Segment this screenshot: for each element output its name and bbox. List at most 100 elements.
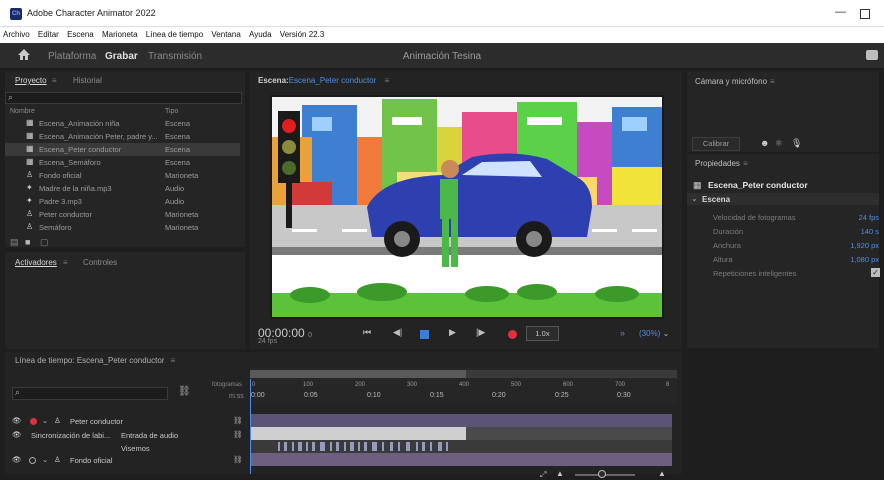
zoom-slider-knob[interactable] xyxy=(598,470,606,478)
puppet-icon: ♙ xyxy=(26,170,34,179)
timeline-search-input[interactable]: ⌕ xyxy=(12,387,168,400)
menu-icon[interactable]: ≡ xyxy=(171,356,176,365)
puppet-rig-icon[interactable]: ⛓ xyxy=(233,430,243,439)
scene-stage[interactable] xyxy=(270,95,664,319)
menu-icon[interactable]: ≡ xyxy=(52,76,57,85)
track-row[interactable]: 👁 Sincronización de labi... Entrada de a… xyxy=(8,429,250,442)
track-row[interactable]: 👁 ⌄ ♙ Peter conductor ⛓ xyxy=(8,415,250,428)
list-item[interactable]: ♙ Semáforo Marioneta xyxy=(5,221,240,234)
col-header-type[interactable]: Tipo xyxy=(165,108,178,115)
track-bar[interactable] xyxy=(250,414,672,427)
menu-icon[interactable]: ≡ xyxy=(385,76,390,85)
time-tick: 0:20 xyxy=(492,392,506,399)
track-bar[interactable] xyxy=(466,427,672,440)
puppet-rig-icon[interactable]: ⛓ xyxy=(233,416,243,425)
smart-repeats-checkbox[interactable]: ✓ xyxy=(871,268,880,277)
prop-value-fps[interactable]: 24 fps xyxy=(859,213,879,222)
menu-icon[interactable]: ≡ xyxy=(770,77,775,86)
more-icon[interactable]: » xyxy=(620,328,625,338)
scene-icon: ▦ xyxy=(26,118,34,127)
import-icon[interactable]: ▤ xyxy=(10,237,19,248)
col-header-name[interactable]: Nombre xyxy=(10,108,35,115)
menu-archivo[interactable]: Archivo xyxy=(0,27,33,39)
prop-value-width[interactable]: 1,920 px xyxy=(850,241,879,250)
prop-label-smart-repeats: Repeticiones inteligentes xyxy=(713,269,797,278)
go-to-start-icon[interactable]: ⏮ xyxy=(363,327,371,338)
timeline-title[interactable]: Línea de tiempo: Escena_Peter conductor … xyxy=(15,356,175,365)
activators-panel: Activadores ≡ Controles xyxy=(5,252,245,349)
puppet-rig-icon[interactable]: ⛓ xyxy=(233,455,243,464)
new-item-icon[interactable]: ▢ xyxy=(40,237,49,248)
playhead[interactable] xyxy=(250,379,251,474)
tab-proyecto[interactable]: Proyecto xyxy=(15,76,47,85)
tab-activadores[interactable]: Activadores xyxy=(15,258,57,267)
calibrate-button[interactable]: Calibrar xyxy=(692,137,740,151)
stop-icon[interactable] xyxy=(420,330,429,339)
scene-icon: ▦ xyxy=(26,131,34,140)
prop-value-duration[interactable]: 140 s xyxy=(861,227,879,236)
zoom-out-icon[interactable]: ▲ xyxy=(556,469,564,478)
chevron-down-icon[interactable]: ⌄ xyxy=(42,416,48,425)
zoom-in-icon[interactable]: ▲ xyxy=(658,469,666,478)
frame-tick: 700 xyxy=(615,382,626,388)
viseme-bar[interactable] xyxy=(250,440,672,453)
list-item[interactable]: ✦ Padre 3.mp3 Audio xyxy=(5,195,240,208)
tab-controles[interactable]: Controles xyxy=(83,258,117,267)
puppet-rig-icon[interactable]: ⛓ xyxy=(178,386,191,397)
menu-icon[interactable]: ≡ xyxy=(743,159,748,168)
menu-marioneta[interactable]: Marioneta xyxy=(99,27,141,39)
list-item[interactable]: ♙ Peter conductor Marioneta xyxy=(5,208,240,221)
tab-historial[interactable]: Historial xyxy=(73,76,102,85)
record-icon[interactable] xyxy=(508,330,517,339)
zoom-dropdown[interactable]: (30%) ⌄ xyxy=(639,329,669,338)
scene-tab[interactable]: Escena:Escena_Peter conductor ≡ xyxy=(258,76,389,85)
project-search-input[interactable]: ⌕ xyxy=(5,92,242,104)
list-item[interactable]: ✦ Madre de la niña.mp3 Audio xyxy=(5,182,240,195)
step-back-icon[interactable]: ◀| xyxy=(393,327,402,338)
workspace-bar: Plataforma Grabar Transmisión Animación … xyxy=(0,43,884,69)
minimize-icon[interactable]: — xyxy=(835,6,846,18)
search-icon: ⌕ xyxy=(8,92,14,102)
menu-icon[interactable]: ≡ xyxy=(63,258,68,267)
playback-speed-button[interactable]: 1.0x xyxy=(526,326,559,341)
menu-editar[interactable]: Editar xyxy=(35,27,62,39)
camera-mic-title[interactable]: Cámara y micrófono xyxy=(695,77,767,86)
time-tick: 0:30 xyxy=(617,392,631,399)
list-item[interactable]: ▦ Escena_Semáforo Escena xyxy=(5,156,240,169)
properties-title[interactable]: Propiedades xyxy=(695,159,740,168)
audio-take-bar[interactable] xyxy=(250,427,466,440)
arm-record-icon[interactable] xyxy=(30,418,37,425)
arm-record-icon[interactable] xyxy=(29,457,36,464)
section-header[interactable]: ⌄ Escena xyxy=(687,193,879,205)
play-icon[interactable]: ▶ xyxy=(449,327,456,338)
eye-icon[interactable]: 👁 xyxy=(12,455,22,464)
puppet-icon: ♙ xyxy=(54,455,61,464)
step-forward-icon[interactable]: |▶ xyxy=(476,327,485,338)
track-row[interactable]: 👁 ⌄ ♙ Fondo oficial ⛓ xyxy=(8,454,250,467)
face-icon[interactable]: ☻ xyxy=(760,138,769,148)
list-item[interactable]: ▦ Escena_Animación niña Escena xyxy=(5,117,240,130)
microphone-icon[interactable]: 🎙 xyxy=(791,138,802,149)
properties-scene-name: Escena_Peter conductor xyxy=(708,180,808,190)
body-icon[interactable]: ✱ xyxy=(775,138,783,149)
list-item[interactable]: ▦ Escena_Animación Peter, padre y... Esc… xyxy=(5,130,240,143)
menu-ventana[interactable]: Ventana xyxy=(208,27,243,39)
folder-icon[interactable]: ■ xyxy=(25,237,30,247)
menu-linea-de-tiempo[interactable]: Línea de tiempo xyxy=(143,27,206,39)
work-area-bar[interactable] xyxy=(250,370,466,378)
feedback-icon[interactable] xyxy=(866,50,878,60)
search-icon: ⌕ xyxy=(15,387,21,397)
prop-value-height[interactable]: 1,080 px xyxy=(850,255,879,264)
puppet-icon: ♙ xyxy=(54,416,61,425)
menu-escena[interactable]: Escena xyxy=(64,27,97,39)
frames-label: fotogramas xyxy=(212,382,243,388)
menu-version[interactable]: Versión 22.3 xyxy=(277,27,327,39)
eye-icon[interactable]: 👁 xyxy=(12,416,22,425)
maximize-icon[interactable] xyxy=(860,9,870,19)
track-bar[interactable] xyxy=(250,453,672,466)
menu-ayuda[interactable]: Ayuda xyxy=(246,27,275,39)
chevron-down-icon[interactable]: ⌄ xyxy=(42,455,48,464)
list-item-selected[interactable]: ▦ Escena_Peter conductor Escena xyxy=(5,143,240,156)
list-item[interactable]: ♙ Fondo oficial Marioneta xyxy=(5,169,240,182)
eye-icon[interactable]: 👁 xyxy=(12,430,22,439)
